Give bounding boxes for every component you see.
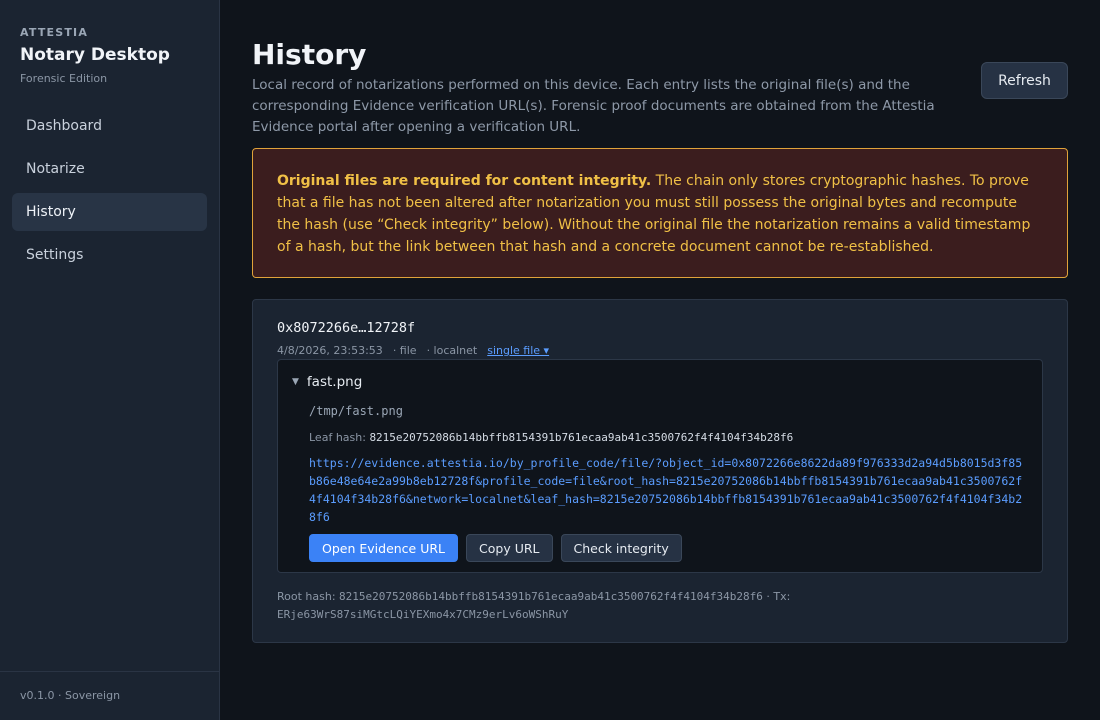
- refresh-button[interactable]: Refresh: [981, 62, 1068, 99]
- tx-value: ERje63WrS87siMGtcLQiYEXmo4x7CMz9erLv6oWS…: [277, 608, 569, 621]
- entry-object-id: 0x8072266e…12728f: [277, 320, 416, 336]
- integrity-warning: Original files are required for content …: [252, 148, 1068, 278]
- version-label: v0.1.0 · Sovereign: [0, 671, 219, 720]
- entry-timestamp: 4/8/2026, 23:53:53: [277, 344, 383, 357]
- sidebar-item-settings[interactable]: Settings: [12, 236, 207, 274]
- triangle-down-icon[interactable]: ▼: [292, 377, 299, 387]
- sidebar-item-dashboard[interactable]: Dashboard: [12, 107, 207, 145]
- sidebar-item-history[interactable]: History: [12, 193, 207, 231]
- root-hash-label: Root hash:: [277, 590, 336, 603]
- intro-row: Local record of notarizations performed …: [252, 62, 1068, 138]
- sidebar: ATTESTIA Notary Desktop Forensic Edition…: [0, 0, 220, 720]
- leaf-hash-value: 8215e20752086b14bbffb8154391b761ecaa9ab4…: [369, 431, 794, 444]
- page-title: History: [252, 38, 367, 71]
- brand-kicker: ATTESTIA: [20, 26, 89, 39]
- entry-network: · localnet: [426, 344, 478, 357]
- app-title: Notary Desktop: [20, 45, 170, 65]
- brand: ATTESTIA Notary Desktop Forensic Edition: [0, 0, 219, 85]
- tx-label: · Tx:: [766, 590, 791, 603]
- single-file-toggle[interactable]: single file ▾: [487, 344, 549, 357]
- app-edition: Forensic Edition: [20, 72, 108, 85]
- sidebar-nav: Dashboard Notarize History Settings: [0, 107, 219, 274]
- entry-type: · file: [392, 344, 417, 357]
- file-entry: ▼ fast.png /tmp/fast.png Leaf hash: 8215…: [277, 359, 1043, 573]
- file-path: /tmp/fast.png: [309, 404, 403, 418]
- warning-title: Original files are required for content …: [277, 173, 652, 189]
- check-integrity-button[interactable]: Check integrity: [560, 534, 682, 562]
- entry-meta: 4/8/2026, 23:53:53 · file · localnet sin…: [277, 344, 1043, 357]
- leaf-hash-label: Leaf hash:: [309, 431, 366, 444]
- root-hash-value: 8215e20752086b14bbffb8154391b761ecaa9ab4…: [339, 590, 763, 603]
- sidebar-item-notarize[interactable]: Notarize: [12, 150, 207, 188]
- root-hash-row: Root hash: 8215e20752086b14bbffb8154391b…: [277, 588, 1043, 624]
- file-name: fast.png: [306, 374, 363, 390]
- main-content: History Local record of notarizations pe…: [220, 0, 1100, 720]
- open-evidence-url-button[interactable]: Open Evidence URL: [309, 534, 459, 562]
- file-actions: Open Evidence URL Copy URL Check integri…: [309, 534, 1028, 562]
- copy-url-button[interactable]: Copy URL: [466, 534, 553, 562]
- history-entry-card: 0x8072266e…12728f 4/8/2026, 23:53:53 · f…: [252, 299, 1068, 643]
- file-details: /tmp/fast.png Leaf hash: 8215e20752086b1…: [292, 404, 1028, 562]
- page-intro: Local record of notarizations performed …: [252, 77, 935, 135]
- file-header[interactable]: ▼ fast.png: [292, 374, 1028, 390]
- evidence-url[interactable]: https://evidence.attestia.io/by_profile_…: [309, 454, 1025, 526]
- leaf-hash-row: Leaf hash: 8215e20752086b14bbffb8154391b…: [309, 431, 1028, 444]
